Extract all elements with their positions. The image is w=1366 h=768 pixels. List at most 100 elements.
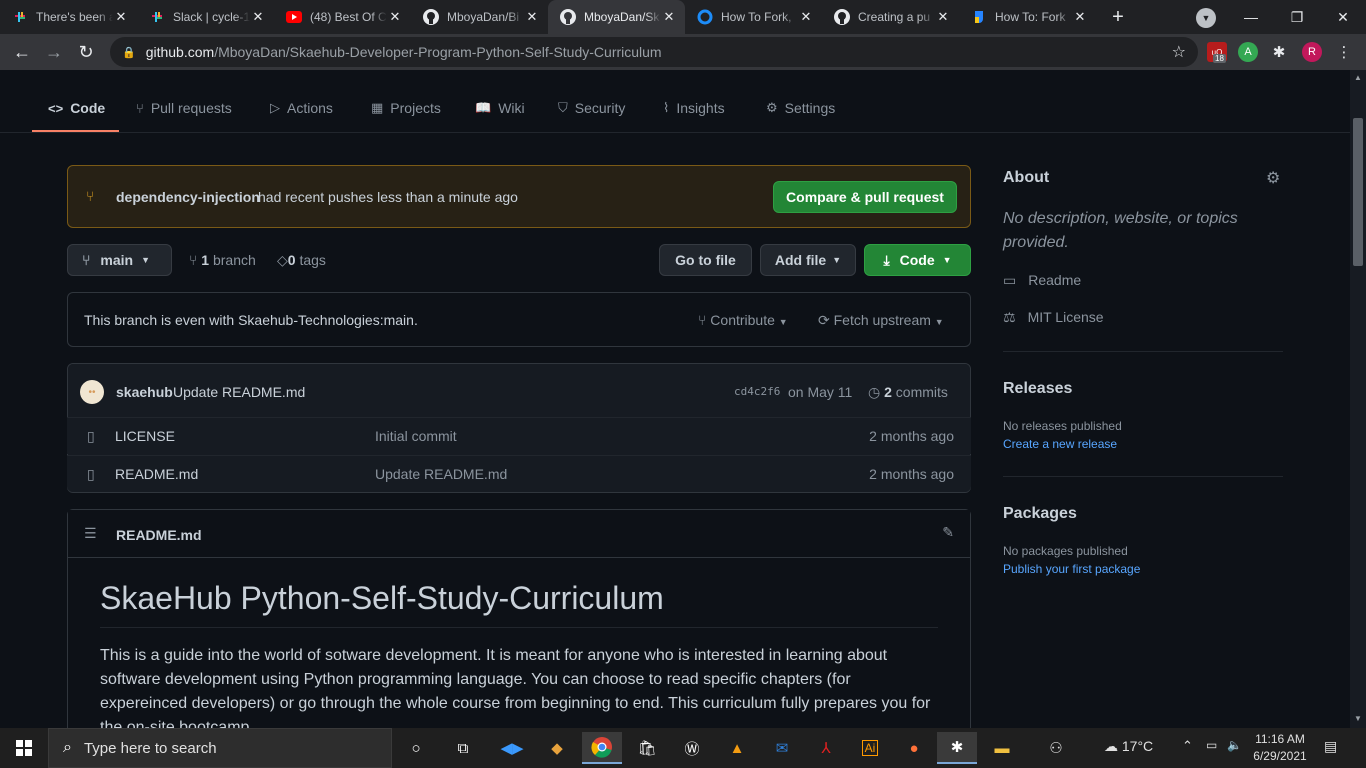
page-scrollbar[interactable]: ▲ ▼ bbox=[1350, 70, 1366, 728]
table-row[interactable]: ▯ LICENSE Initial commit 2 months ago bbox=[67, 417, 971, 454]
windows-start-icon[interactable] bbox=[4, 732, 44, 764]
pushed-branch-name[interactable]: dependency-injection bbox=[116, 189, 260, 205]
extension-a-icon[interactable]: A bbox=[1238, 42, 1258, 62]
close-icon[interactable]: ✕ bbox=[661, 9, 677, 25]
tab-security[interactable]: ⛉ Security bbox=[558, 96, 625, 120]
latest-commit-row: •• skaehub Update README.md cd4c2f6 on M… bbox=[68, 364, 970, 417]
code-download-button[interactable]: ⤓ Code ▼ bbox=[864, 244, 971, 276]
readme-filename: README.md bbox=[116, 527, 202, 543]
tab-pull-requests[interactable]: ⑂ Pull requests bbox=[136, 96, 232, 120]
file-commit-message[interactable]: Update README.md bbox=[375, 466, 869, 482]
compare-pull-request-button[interactable]: Compare & pull request bbox=[773, 181, 957, 213]
browser-tab[interactable]: There's been a ✕ bbox=[0, 0, 137, 34]
tab-wiki[interactable]: 📖 Wiki bbox=[475, 96, 525, 120]
tab-settings[interactable]: ⚙ Settings bbox=[766, 96, 835, 120]
tab-projects[interactable]: ▦ Projects bbox=[371, 96, 441, 120]
license-link[interactable]: ⚖ MIT License bbox=[1003, 309, 1104, 326]
close-icon[interactable]: ✕ bbox=[1072, 9, 1088, 25]
add-file-button[interactable]: Add file ▼ bbox=[760, 244, 856, 276]
git-icon[interactable]: ◆ bbox=[537, 732, 577, 764]
tab-actions[interactable]: ▷ Actions bbox=[270, 96, 333, 120]
file-commit-message[interactable]: Initial commit bbox=[375, 428, 869, 444]
branch-icon: ⑂ bbox=[189, 252, 198, 268]
mail-icon[interactable]: ✉ bbox=[762, 732, 802, 764]
readme-link[interactable]: ▭ Readme bbox=[1003, 272, 1081, 289]
volume-icon[interactable]: 🔈 bbox=[1227, 738, 1242, 752]
tab-title: MboyaDan/Bi bbox=[447, 10, 520, 24]
chrome-icon[interactable] bbox=[582, 732, 622, 764]
vscode-icon[interactable]: ◀▶ bbox=[492, 732, 532, 764]
close-icon[interactable]: ✕ bbox=[387, 9, 403, 25]
close-icon[interactable]: ✕ bbox=[524, 9, 540, 25]
new-tab-button[interactable]: + bbox=[1104, 3, 1132, 31]
file-explorer-icon[interactable]: ▬ bbox=[982, 732, 1022, 764]
scroll-thumb[interactable] bbox=[1353, 118, 1363, 266]
task-view-icon[interactable]: ⧉ bbox=[443, 732, 483, 764]
fetch-upstream-dropdown[interactable]: ⟳ Fetch upstream ▼ bbox=[818, 312, 944, 329]
word-icon[interactable]: Ⓦ bbox=[672, 732, 712, 764]
branch-select-button[interactable]: ⑂ main ▼ bbox=[67, 244, 172, 276]
people-icon[interactable]: ⚇ bbox=[1036, 732, 1076, 764]
reload-icon[interactable]: ↻ bbox=[70, 36, 102, 68]
restore-icon[interactable]: ❐ bbox=[1274, 0, 1320, 34]
slack-icon[interactable]: ✱ bbox=[937, 732, 977, 764]
avatar[interactable]: •• bbox=[80, 380, 104, 404]
browser-tab[interactable]: MboyaDan/Bi ✕ bbox=[411, 0, 548, 34]
cortana-icon[interactable]: ○ bbox=[396, 732, 436, 764]
illustrator-icon[interactable]: Ai bbox=[850, 732, 890, 764]
file-name[interactable]: README.md bbox=[115, 466, 375, 482]
menu-kebab-icon[interactable]: ⋮ bbox=[1334, 42, 1354, 62]
browser-tab-active[interactable]: MboyaDan/Sk ✕ bbox=[548, 0, 685, 34]
minimize-icon[interactable]: — bbox=[1228, 0, 1274, 34]
browser-tab[interactable]: How To: Fork ✕ bbox=[959, 0, 1096, 34]
bookmark-star-icon[interactable]: ☆ bbox=[1172, 42, 1186, 62]
clock[interactable]: 11:16 AM 6/29/2021 bbox=[1250, 731, 1310, 765]
acrobat-icon[interactable]: ⅄ bbox=[806, 732, 846, 764]
tab-insights[interactable]: ⌇ Insights bbox=[663, 96, 725, 120]
battery-icon[interactable]: ▭ bbox=[1206, 738, 1217, 752]
vlc-icon[interactable]: ▲ bbox=[717, 732, 757, 764]
close-icon[interactable]: ✕ bbox=[250, 9, 266, 25]
close-icon[interactable]: ✕ bbox=[113, 9, 129, 25]
gear-icon[interactable]: ⚙ bbox=[1266, 168, 1280, 188]
tags-link[interactable]: ◇0 tags bbox=[277, 252, 326, 269]
browser-tab[interactable]: How To Fork, ✕ bbox=[685, 0, 822, 34]
puzzle-extensions-icon[interactable]: ✱ bbox=[1269, 42, 1289, 62]
commit-sha[interactable]: cd4c2f6 bbox=[734, 385, 780, 398]
commits-link[interactable]: ◷ 2 commits bbox=[868, 384, 948, 401]
close-icon[interactable]: ✕ bbox=[798, 9, 814, 25]
browser-tab[interactable]: Creating a pu ✕ bbox=[822, 0, 959, 34]
scroll-down-icon[interactable]: ▼ bbox=[1354, 714, 1362, 723]
scroll-up-icon[interactable]: ▲ bbox=[1354, 73, 1362, 82]
forward-icon[interactable]: → bbox=[38, 36, 70, 68]
url-bar[interactable]: 🔒 github.com/MboyaDan/Skaehub-Developer-… bbox=[110, 37, 1198, 67]
pull-request-icon: ⑂ bbox=[698, 312, 707, 328]
go-to-file-button[interactable]: Go to file bbox=[659, 244, 752, 276]
table-row[interactable]: ▯ README.md Update README.md 2 months ag… bbox=[67, 455, 971, 492]
contribute-dropdown[interactable]: ⑂ Contribute ▼ bbox=[698, 312, 788, 328]
close-icon[interactable]: ✕ bbox=[935, 9, 951, 25]
releases-heading[interactable]: Releases bbox=[1003, 380, 1072, 398]
publish-package-link[interactable]: Publish your first package bbox=[1003, 562, 1140, 576]
tab-code[interactable]: <> Code bbox=[48, 96, 105, 120]
commit-message[interactable]: Update README.md bbox=[173, 384, 305, 400]
packages-heading[interactable]: Packages bbox=[1003, 505, 1077, 523]
file-name[interactable]: LICENSE bbox=[115, 428, 375, 444]
profile-avatar[interactable]: R bbox=[1302, 42, 1322, 62]
tray-chevron-icon[interactable]: ⌃ bbox=[1182, 738, 1193, 754]
tab-search-icon[interactable]: ▼ bbox=[1196, 8, 1216, 28]
back-icon[interactable]: ← bbox=[6, 36, 38, 68]
browser-tab[interactable]: (48) Best Of C ✕ bbox=[274, 0, 411, 34]
weather-widget[interactable]: ☁ 17°C bbox=[1104, 738, 1153, 755]
firefox-icon[interactable]: ● bbox=[894, 732, 934, 764]
close-window-icon[interactable]: ✕ bbox=[1320, 0, 1366, 34]
store-icon[interactable]: 🛍 bbox=[627, 732, 667, 764]
list-icon[interactable]: ☰ bbox=[84, 525, 97, 542]
branches-link[interactable]: ⑂ 1 branch bbox=[189, 252, 256, 268]
pencil-icon[interactable]: ✎ bbox=[942, 524, 954, 541]
commit-author[interactable]: skaehub bbox=[116, 384, 173, 400]
taskbar-search-box[interactable]: ⌕ Type here to search bbox=[48, 728, 392, 768]
browser-tab[interactable]: Slack | cycle-1 ✕ bbox=[137, 0, 274, 34]
notification-icon[interactable]: ▤ bbox=[1324, 738, 1337, 755]
create-release-link[interactable]: Create a new release bbox=[1003, 437, 1117, 451]
